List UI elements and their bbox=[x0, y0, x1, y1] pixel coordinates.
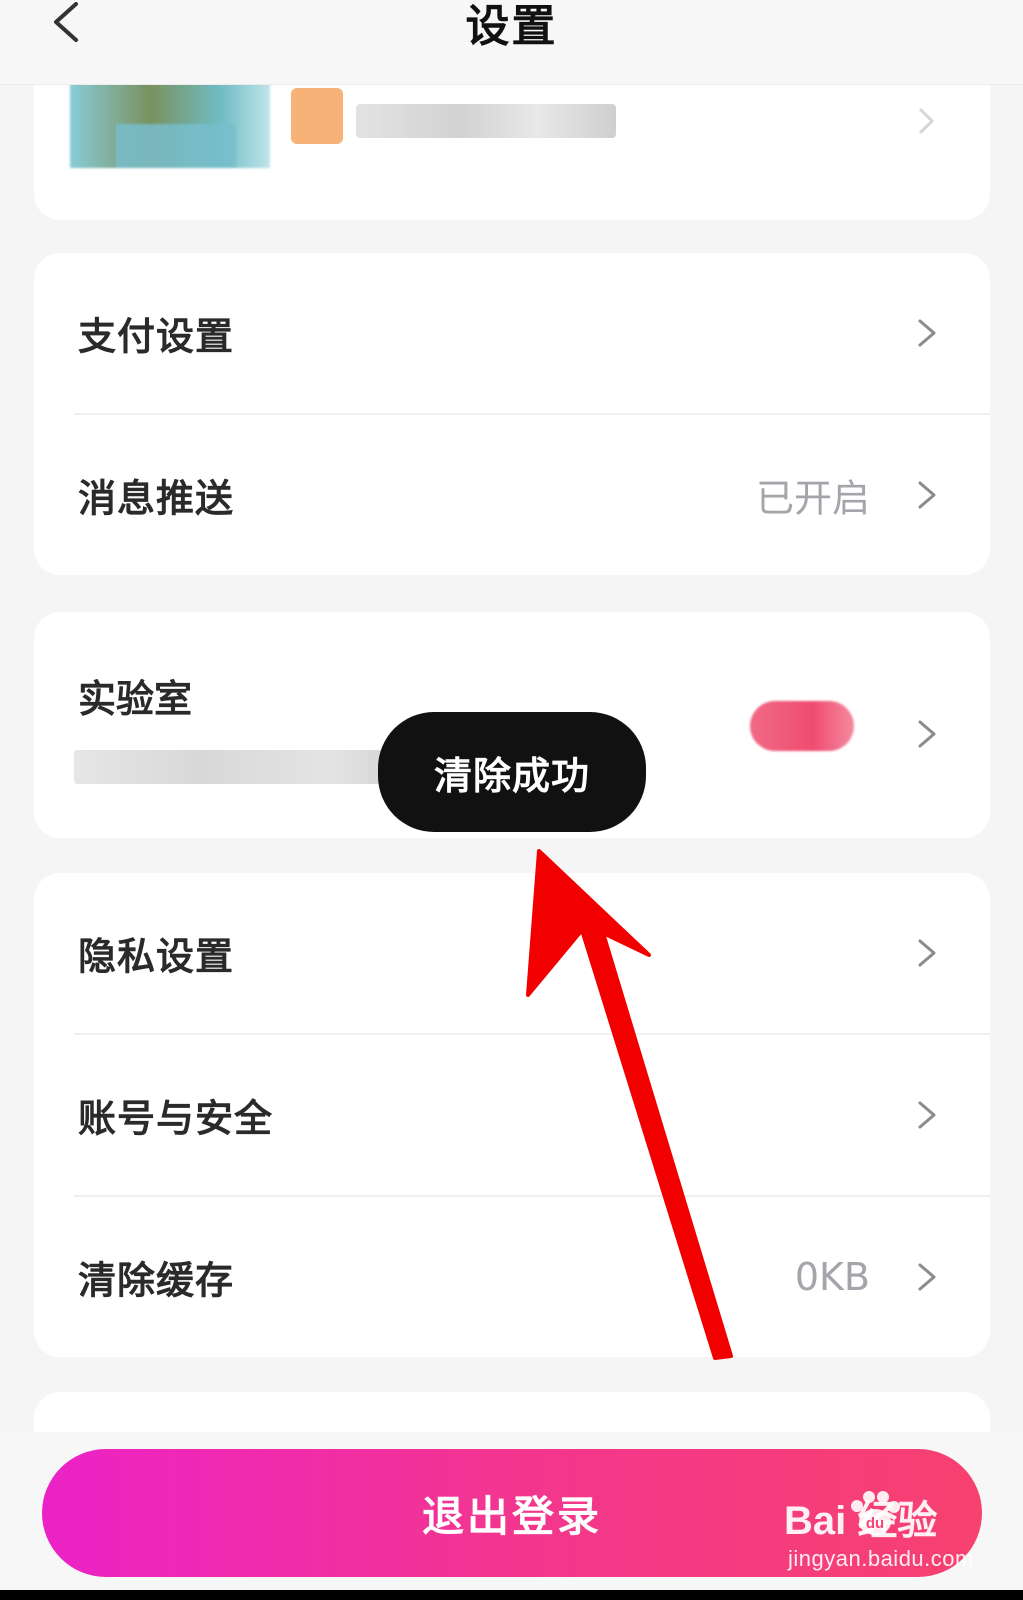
level-badge bbox=[291, 88, 343, 144]
page-title: 设置 bbox=[465, 1, 558, 52]
user-id-redacted bbox=[356, 104, 616, 138]
watermark-url: jingyan.baidu.com bbox=[788, 1546, 974, 1571]
privacy-account-cache-card: 隐私设置 账号与安全 清除缓存 0KB bbox=[34, 873, 990, 1357]
chevron-right-icon bbox=[918, 720, 936, 748]
message-push-label: 消息推送 bbox=[78, 476, 235, 521]
toast-text: 清除成功 bbox=[433, 753, 590, 798]
paw-icon: du bbox=[851, 1491, 900, 1535]
header-bar: 设置 bbox=[0, 0, 1023, 85]
lab-description-redacted bbox=[74, 750, 394, 784]
chevron-right-icon bbox=[918, 481, 936, 509]
chevron-right-icon bbox=[918, 1101, 936, 1129]
clear-cache-label: 清除缓存 bbox=[78, 1258, 235, 1303]
message-push-status: 已开启 bbox=[755, 476, 870, 521]
chevron-right-icon bbox=[918, 939, 936, 967]
message-push-row[interactable]: 消息推送 已开启 bbox=[34, 415, 990, 575]
lab-badge-redacted bbox=[750, 701, 854, 751]
payment-settings-row[interactable]: 支付设置 bbox=[34, 253, 990, 413]
clear-cache-row[interactable]: 清除缓存 0KB bbox=[34, 1197, 990, 1357]
privacy-settings-row[interactable]: 隐私设置 bbox=[34, 873, 990, 1033]
lab-label: 实验室 bbox=[78, 677, 193, 721]
toast-message: 清除成功 bbox=[378, 712, 646, 832]
chevron-right-icon bbox=[918, 107, 935, 135]
privacy-settings-label: 隐私设置 bbox=[78, 934, 235, 979]
payment-settings-label: 支付设置 bbox=[78, 314, 235, 359]
avatar bbox=[70, 82, 270, 168]
svg-text:du: du bbox=[866, 1515, 884, 1532]
baidu-jingyan-watermark: Bai 经验 du jingyan.baidu.com bbox=[784, 1488, 1004, 1584]
chevron-right-icon bbox=[918, 1263, 936, 1291]
cache-size-value: 0KB bbox=[794, 1255, 870, 1299]
payment-push-card: 支付设置 消息推送 已开启 bbox=[34, 253, 990, 575]
logout-label: 退出登录 bbox=[421, 1491, 602, 1541]
bottom-edge bbox=[0, 1590, 1023, 1600]
account-security-row[interactable]: 账号与安全 bbox=[34, 1035, 990, 1195]
account-security-label: 账号与安全 bbox=[78, 1096, 274, 1141]
chevron-right-icon bbox=[918, 319, 936, 347]
